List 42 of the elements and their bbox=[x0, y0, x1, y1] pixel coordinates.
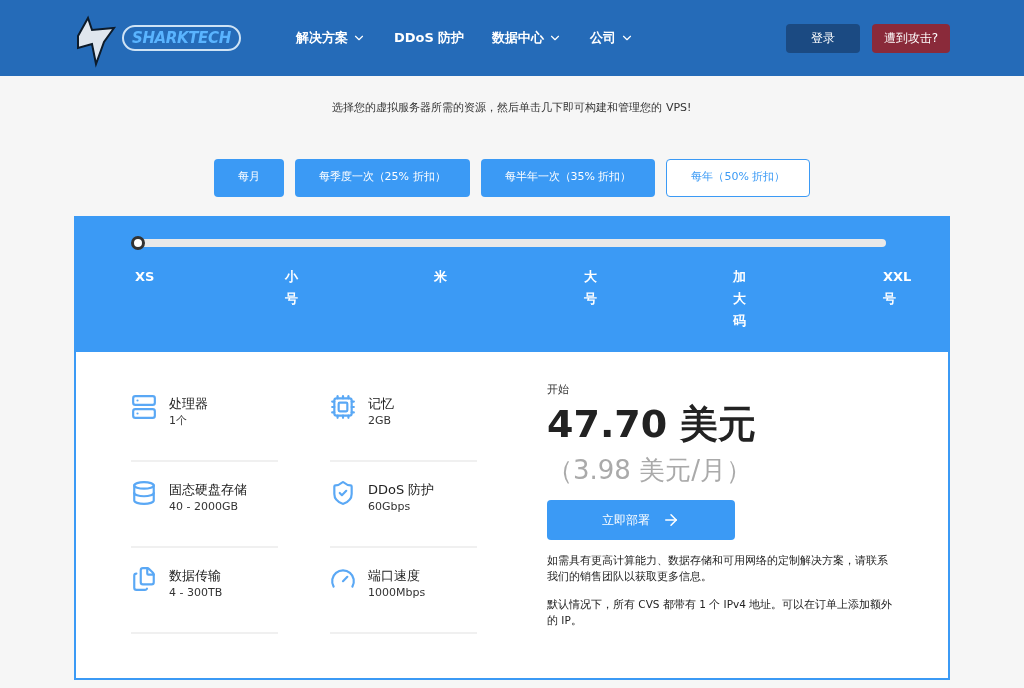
spec-value: 1个 bbox=[169, 413, 188, 429]
billing-period-tab[interactable]: 每半年一次（35% 折扣） bbox=[480, 158, 656, 197]
price-caption: 开始 bbox=[547, 381, 570, 398]
login-button[interactable]: 登录 bbox=[785, 23, 860, 53]
size-label: 米 bbox=[434, 267, 448, 286]
size-label: 大号 bbox=[583, 267, 597, 308]
monthly-price: （3.98 美元/月） bbox=[547, 454, 753, 487]
info-paragraph: 如需具有更高计算能力、数据存储和可用网络的定制解决方案，请联系我们的销售团队以获取更多信息。 bbox=[547, 553, 889, 584]
billing-period-tab[interactable]: 每月 bbox=[213, 158, 284, 197]
annual-price: 47.70 美元 bbox=[547, 401, 758, 448]
spec-name: 数据传输 bbox=[169, 566, 222, 585]
spec-value: 4 - 300TB bbox=[169, 585, 223, 601]
size-label: XXL号 bbox=[883, 267, 912, 308]
size-label: XS bbox=[135, 267, 155, 286]
spec-value: 2GB bbox=[368, 413, 393, 429]
processor-icon bbox=[131, 393, 157, 420]
under-attack-button[interactable]: 遭到攻击? bbox=[871, 23, 950, 53]
spec-name: 固态硬盘存储 bbox=[169, 480, 247, 499]
deploy-button[interactable]: 立即部署 bbox=[547, 500, 735, 540]
size-label: 加大码 bbox=[733, 267, 747, 330]
ddos-icon bbox=[330, 479, 356, 506]
memory-icon bbox=[330, 393, 356, 420]
size-label: 小号 bbox=[284, 267, 298, 308]
spec-value: 60Gbps bbox=[368, 499, 412, 515]
billing-period-tab[interactable]: 每季度一次（25% 折扣） bbox=[294, 158, 470, 197]
spec-value: 1000Mbps bbox=[368, 585, 426, 601]
spec-name: 记忆 bbox=[368, 394, 394, 413]
spec-name: 端口速度 bbox=[368, 566, 421, 585]
info-paragraph: 默认情况下，所有 CVS 都带有 1 个 IPv4 地址。可以在订单上添加额外的 IP。 bbox=[547, 597, 893, 628]
nav-link[interactable]: 公司 bbox=[590, 28, 635, 48]
storage-icon bbox=[131, 479, 157, 506]
nav-link[interactable]: 解决方案 bbox=[296, 28, 366, 48]
nav-link[interactable]: 数据中心 bbox=[492, 28, 563, 48]
slider-thumb[interactable] bbox=[131, 235, 145, 250]
billing-period-tab[interactable]: 每年（50% 折扣） bbox=[666, 158, 811, 197]
spec-name: DDoS 防护 bbox=[368, 480, 435, 499]
arrow-right-icon bbox=[662, 511, 680, 529]
spec-name: 处理器 bbox=[169, 394, 208, 413]
spec-value: 40 - 2000GB bbox=[169, 499, 240, 515]
transfer-icon bbox=[131, 565, 157, 592]
nav-link[interactable]: DDoS 防护 bbox=[394, 28, 465, 48]
subtitle: 选择您的虚拟服务器所需的资源，然后单击几下即可构建和管理您的 VPS! bbox=[332, 100, 692, 116]
